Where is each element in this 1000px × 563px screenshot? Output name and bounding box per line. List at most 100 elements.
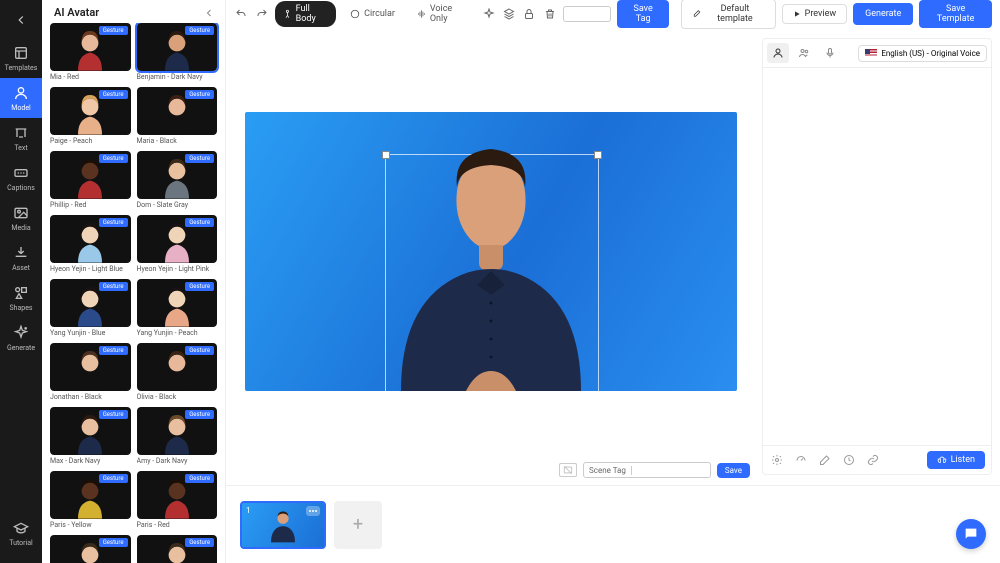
rail-item-text[interactable]: Text <box>0 118 42 158</box>
panel-collapse-button[interactable] <box>203 7 215 19</box>
avatar-name: Hyeon Yejin - Light Blue <box>50 265 131 273</box>
no-image-icon[interactable] <box>559 463 577 477</box>
undo-button[interactable] <box>234 6 248 22</box>
gesture-badge: Gesture <box>99 282 128 291</box>
avatar-thumb[interactable]: Gesture <box>137 23 218 71</box>
avatar-name: Phillip - Red <box>50 201 131 209</box>
circular-option[interactable]: Circular <box>342 6 403 22</box>
right-panel-tabs: English (US) - Original Voice <box>763 39 991 68</box>
timeline: 1 + <box>226 485 1000 563</box>
avatar-thumb[interactable]: Gesture <box>137 471 218 519</box>
rail-item-templates[interactable]: Templates <box>0 38 42 78</box>
rail-tutorial[interactable]: Tutorial <box>0 513 42 553</box>
rail-item-generate[interactable]: Generate <box>0 318 42 358</box>
avatar-thumb[interactable]: Gesture <box>50 151 131 199</box>
asset-icon <box>12 244 30 262</box>
avatar-thumb[interactable]: Gesture <box>137 407 218 455</box>
avatar-name: Paige - Peach <box>50 137 131 145</box>
avatar-thumb[interactable]: Gesture <box>50 535 131 563</box>
default-template-button[interactable]: Default template <box>681 0 775 29</box>
link-icon[interactable] <box>865 452 881 468</box>
avatar-thumb[interactable]: Gesture <box>50 471 131 519</box>
full-body-option[interactable]: Full Body <box>275 1 336 27</box>
timeline-scene-1[interactable]: 1 <box>240 501 326 549</box>
rail-label: Media <box>11 224 30 232</box>
avatar-thumb[interactable]: Gesture <box>50 23 131 71</box>
redo-button[interactable] <box>254 6 268 22</box>
left-nav-rail: TemplatesModelTextCaptions Media Asset Shap… <box>0 0 42 563</box>
scene-tag-input[interactable] <box>632 466 710 475</box>
tab-microphone[interactable] <box>819 43 841 63</box>
avatar-thumb[interactable]: Gesture <box>137 343 218 391</box>
tag-input[interactable] <box>563 6 611 22</box>
settings-icon[interactable] <box>769 452 785 468</box>
voice-only-label: Voice Only <box>430 4 468 24</box>
tab-multi-person[interactable] <box>793 43 815 63</box>
avatar-thumb[interactable]: Gesture <box>137 535 218 563</box>
right-panel: English (US) - Original Voice Listen <box>762 38 992 475</box>
avatar-grid: GestureMia - RedGestureBenjamin - Dark N… <box>42 23 225 563</box>
gesture-badge: Gesture <box>185 346 214 355</box>
rail-item-media[interactable]: Media <box>0 198 42 238</box>
generate-button[interactable]: Generate <box>853 3 913 25</box>
avatar-card: Gesture <box>137 535 218 563</box>
preview-button[interactable]: Preview <box>782 4 847 24</box>
tab-single-person[interactable] <box>767 43 789 63</box>
gesture-badge: Gesture <box>185 90 214 99</box>
media-icon <box>12 204 30 222</box>
panel-title: AI Avatar <box>54 6 99 19</box>
avatar-thumb[interactable]: Gesture <box>50 343 131 391</box>
back-button[interactable] <box>9 8 33 32</box>
voice-only-option[interactable]: Voice Only <box>409 1 475 27</box>
rail-item-model[interactable]: Model <box>0 78 42 118</box>
avatar-card: Gesture Hyeon Yejin - Light Blue <box>50 215 131 273</box>
listen-button[interactable]: Listen <box>927 451 985 469</box>
rail-item-captions[interactable]: Captions <box>0 158 42 198</box>
avatar-thumb[interactable]: Gesture <box>50 215 131 263</box>
avatar-name: Mia - Red <box>50 73 131 81</box>
save-tag-button[interactable]: Save Tag <box>617 0 669 28</box>
save-template-button[interactable]: Save Template <box>919 0 992 28</box>
history-icon[interactable] <box>841 452 857 468</box>
avatar-thumb[interactable]: Gesture <box>137 279 218 327</box>
avatar-panel: AI Avatar GestureMia - RedGestureBenjami… <box>42 0 226 563</box>
scene-save-button[interactable]: Save <box>717 463 750 478</box>
voice-selector[interactable]: English (US) - Original Voice <box>858 45 987 62</box>
avatar-name: Paris - Red <box>137 521 218 529</box>
avatar-card: Gesture Phillip - Red <box>50 151 131 209</box>
add-scene-button[interactable]: + <box>334 501 382 549</box>
avatar-thumb[interactable]: Gesture <box>50 87 131 135</box>
rail-item-asset[interactable]: Asset <box>0 238 42 278</box>
avatar-thumb[interactable]: Gesture <box>50 279 131 327</box>
gesture-badge: Gesture <box>99 26 128 35</box>
avatar-name: Olivia - Black <box>137 393 218 401</box>
rail-label: Asset <box>12 264 30 272</box>
avatar-name: Yang Yunjin - Blue <box>50 329 131 337</box>
gesture-badge: Gesture <box>99 474 128 483</box>
avatar-thumb[interactable]: Gesture <box>137 151 218 199</box>
gesture-badge: Gesture <box>99 346 128 355</box>
gesture-badge: Gesture <box>99 154 128 163</box>
avatar-main[interactable] <box>341 131 641 391</box>
scene-thumb-avatar <box>263 503 303 547</box>
stage[interactable] <box>245 112 737 391</box>
scene-menu-icon[interactable] <box>306 506 320 516</box>
lock-button[interactable] <box>522 6 536 22</box>
avatar-thumb[interactable]: Gesture <box>137 215 218 263</box>
avatar-card: GestureMax - Dark Navy <box>50 407 131 465</box>
delete-button[interactable] <box>543 6 557 22</box>
avatar-thumb[interactable]: Gesture <box>50 407 131 455</box>
avatar-card: Gesture Paige - Peach <box>50 87 131 145</box>
layers-button[interactable] <box>502 6 516 22</box>
avatar-thumb[interactable]: Gesture <box>137 87 218 135</box>
sparkle-button[interactable] <box>481 6 495 22</box>
text-icon <box>12 124 30 142</box>
avatar-card: Gesture Paris - Red <box>137 471 218 529</box>
rail-item-shapes[interactable]: Shapes <box>0 278 42 318</box>
chat-fab[interactable] <box>956 519 986 549</box>
rail-label: Generate <box>7 344 35 352</box>
speed-icon[interactable] <box>793 452 809 468</box>
wand-icon[interactable] <box>817 452 833 468</box>
full-body-label: Full Body <box>296 4 328 24</box>
right-panel-body[interactable] <box>763 68 991 445</box>
